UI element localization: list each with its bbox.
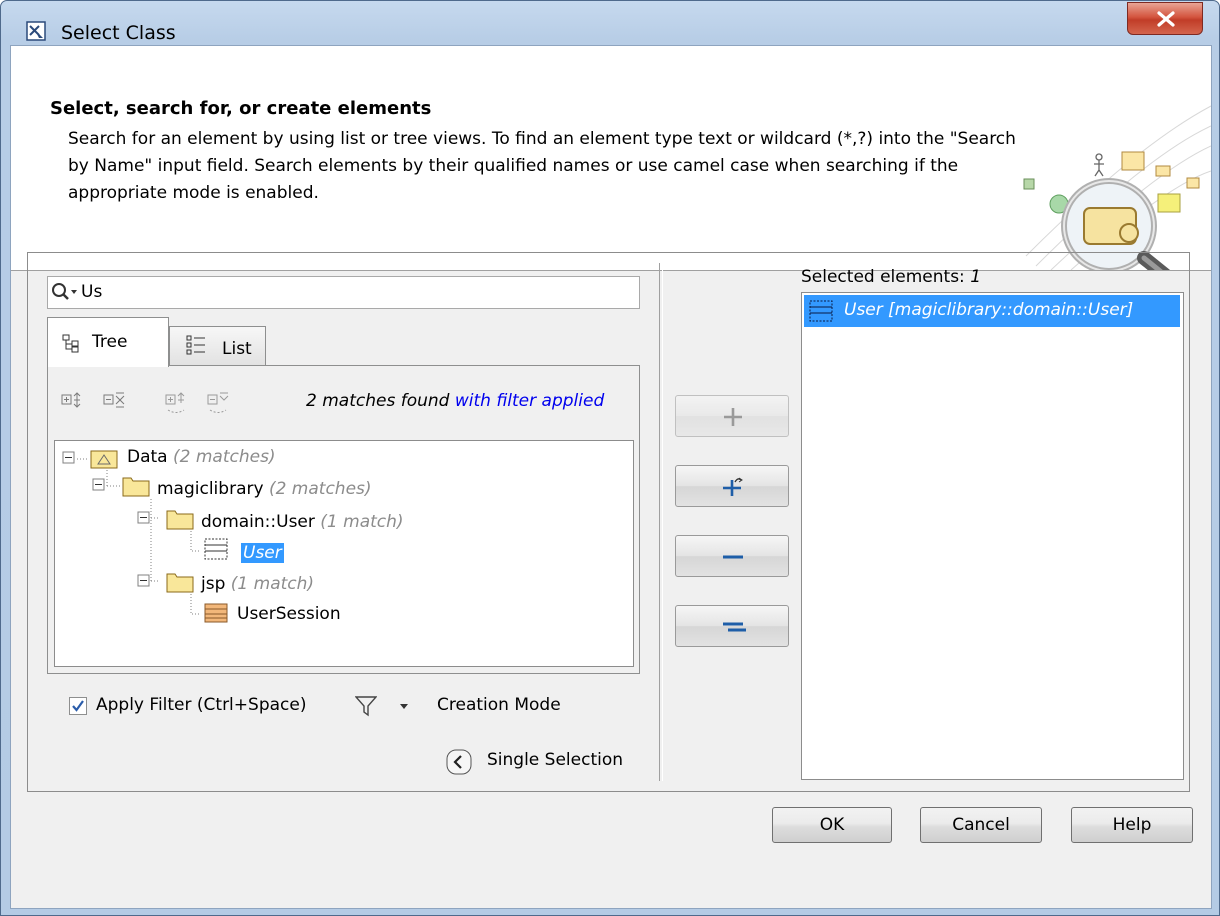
- header-title: Select, search for, or create elements: [50, 98, 432, 119]
- panel-divider: [659, 263, 663, 781]
- collapse-selected-icon[interactable]: [207, 392, 229, 413]
- list-item[interactable]: User [magiclibrary::domain::User]: [804, 295, 1180, 327]
- cancel-button[interactable]: Cancel: [920, 807, 1042, 843]
- checkbox[interactable]: [69, 697, 87, 715]
- chevron-left-icon: [446, 749, 472, 775]
- remove-button[interactable]: [675, 535, 789, 577]
- single-selection-toggle[interactable]: Single Selection: [446, 749, 642, 775]
- filter-dropdown-icon[interactable]: [399, 704, 409, 710]
- plus-icon: [724, 408, 742, 426]
- help-button[interactable]: Help: [1071, 807, 1193, 843]
- close-icon: [1157, 11, 1175, 27]
- checkmark-icon: [72, 700, 84, 712]
- title-bar[interactable]: Select Class: [1, 1, 1219, 45]
- tab-list[interactable]: List: [169, 326, 266, 367]
- collapse-all-icon[interactable]: [103, 392, 125, 408]
- tree-connectors: [62, 450, 228, 623]
- search-input[interactable]: Us: [47, 276, 640, 309]
- search-icon[interactable]: [51, 282, 79, 304]
- tree-node-hint: (2 matches): [173, 447, 276, 467]
- tree-node-hint: (1 match): [320, 512, 404, 532]
- class-icon: [809, 300, 833, 322]
- tree-panel: 2 matches found with filter applied Data…: [47, 365, 640, 674]
- single-selection-label: Single Selection: [487, 750, 624, 770]
- dialog-header: Select, search for, or create elements S…: [11, 46, 1211, 271]
- expand-all-icon[interactable]: [61, 392, 81, 408]
- selected-label-text: Selected elements:: [801, 267, 965, 287]
- tree-node-label: User: [241, 543, 284, 563]
- apply-filter-checkbox[interactable]: Apply Filter (Ctrl+Space): [69, 695, 369, 719]
- tree-toolbar: [61, 392, 229, 413]
- tree-node-hint: (2 matches): [268, 479, 372, 499]
- tree-node-label: jsp: [201, 574, 226, 594]
- apply-filter-label: Apply Filter (Ctrl+Space): [96, 695, 307, 715]
- selected-elements-list[interactable]: User [magiclibrary::domain::User]: [801, 292, 1184, 780]
- tree-node-magiclibrary[interactable]: magiclibrary (2 matches): [157, 479, 372, 499]
- tab-tree[interactable]: Tree: [47, 317, 169, 367]
- collapse-toggle-icon[interactable]: [62, 451, 150, 587]
- filter-icon[interactable]: [355, 695, 377, 717]
- tab-tree-label: Tree: [92, 332, 128, 352]
- tree-node-jsp[interactable]: jsp (1 match): [201, 574, 314, 594]
- selected-count: 1: [970, 267, 982, 287]
- header-description: Search for an element by using list or t…: [68, 129, 1016, 203]
- class-icon: [204, 538, 228, 560]
- match-count: 2 matches found: [306, 391, 450, 411]
- match-info: 2 matches found with filter applied: [306, 391, 604, 411]
- tree-node-label: UserSession: [237, 604, 341, 624]
- selected-elements-label: Selected elements: 1: [801, 267, 981, 287]
- close-button[interactable]: [1127, 2, 1203, 35]
- tree-node-domain-user[interactable]: domain::User (1 match): [201, 512, 404, 532]
- tree-node-data[interactable]: Data (2 matches): [127, 447, 276, 467]
- select-class-icon: [26, 21, 46, 41]
- creation-mode-link[interactable]: Creation Mode: [437, 695, 561, 715]
- user-session-icon: [204, 603, 228, 623]
- tree-view-icon: [62, 334, 79, 353]
- tree-node-label: Data: [127, 447, 168, 467]
- tree-view[interactable]: Data (2 matches) magiclibrary (2 matches…: [54, 440, 634, 667]
- magnifier-illustration-icon: [1023, 105, 1211, 270]
- list-view-icon: [186, 335, 205, 355]
- add-all-icon: [723, 477, 743, 496]
- tree-node-label: domain::User: [201, 512, 315, 532]
- tree-node-hint: (1 match): [230, 574, 315, 594]
- tree-node-user[interactable]: User: [241, 543, 284, 563]
- package-icon: [90, 450, 118, 469]
- dialog-window: Select Class Select, search for, or crea…: [0, 0, 1220, 916]
- expand-selected-icon[interactable]: [165, 392, 185, 413]
- tree-node-label: magiclibrary: [157, 479, 264, 499]
- minus-icon: [723, 555, 743, 559]
- add-all-button[interactable]: [675, 465, 789, 507]
- window-title: Select Class: [61, 22, 176, 44]
- remove-all-button[interactable]: [675, 605, 789, 647]
- add-button[interactable]: [675, 395, 789, 437]
- filter-applied-link[interactable]: with filter applied: [455, 391, 604, 411]
- remove-all-icon: [723, 622, 746, 632]
- search-value: Us: [81, 282, 103, 302]
- tree-node-usersession[interactable]: UserSession: [237, 604, 341, 624]
- tab-list-label: List: [222, 339, 252, 359]
- selected-item-label: User [magiclibrary::domain::User]: [844, 300, 1134, 320]
- ok-button[interactable]: OK: [772, 807, 892, 843]
